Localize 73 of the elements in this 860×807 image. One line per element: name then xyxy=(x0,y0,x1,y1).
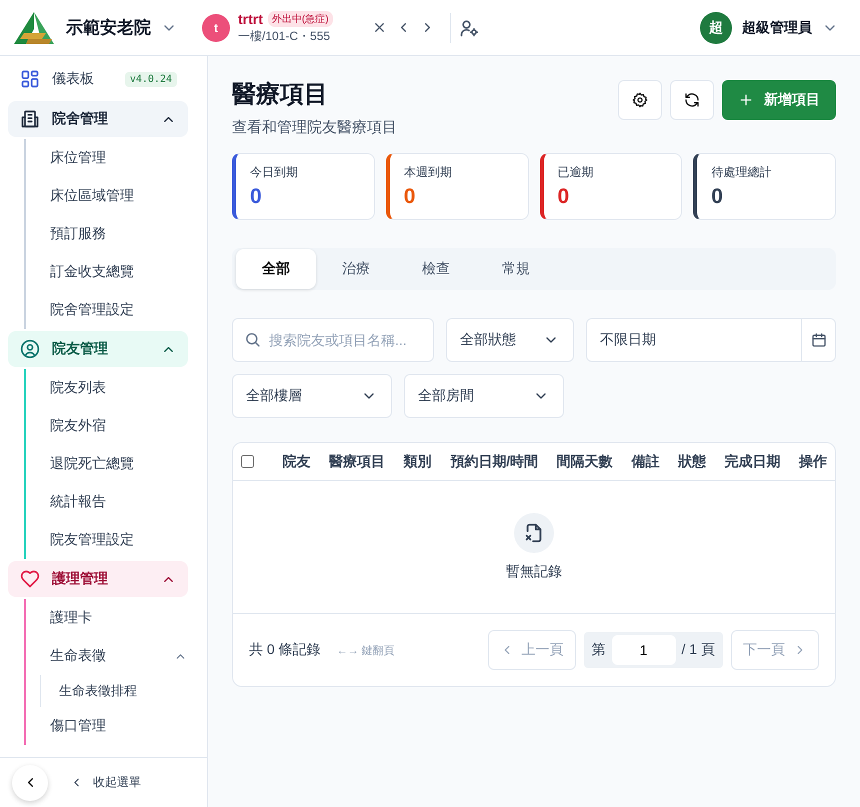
grid-icon xyxy=(20,69,40,89)
floor-dropdown[interactable]: 全部樓層 xyxy=(232,374,392,418)
stat-value: 0 xyxy=(711,185,724,209)
menu-item[interactable]: 生命表徵排程 xyxy=(59,675,187,707)
refresh-icon xyxy=(684,92,700,108)
tab[interactable]: 常規 xyxy=(476,249,556,289)
column-header: 備註 xyxy=(631,452,660,470)
column-header: 狀態 xyxy=(678,452,706,470)
keyboard-hint: ←→ 鍵翻頁 xyxy=(336,644,395,658)
avatar: t xyxy=(202,14,230,42)
menu-item[interactable]: 院友管理設定 xyxy=(50,521,187,559)
stat-value: 0 xyxy=(558,185,570,209)
stat-label: 本週到期 xyxy=(404,164,453,181)
patient-name[interactable]: trtrt xyxy=(238,10,263,26)
column-header: 院友 xyxy=(282,452,311,470)
user-name[interactable]: 超級管理員 xyxy=(742,18,812,36)
patient-location: 一樓/101-C・555 xyxy=(238,28,332,44)
logo xyxy=(12,10,56,44)
menu-item[interactable]: 院舍管理設定 xyxy=(50,291,187,329)
stat-value: 0 xyxy=(250,185,263,209)
settings-button[interactable] xyxy=(618,80,662,120)
heart-icon xyxy=(20,569,40,589)
menu-item[interactable]: 傷口管理 xyxy=(50,707,187,745)
empty-message: 暫無記錄 xyxy=(506,563,562,581)
menu-item[interactable]: 床位管理 xyxy=(50,139,187,177)
column-header: 預約日期/時間 xyxy=(450,452,538,470)
refresh-button[interactable] xyxy=(670,80,714,120)
stat-label: 今日到期 xyxy=(250,164,299,181)
stat-value: 0 xyxy=(404,185,416,209)
menu-group[interactable]: 護理管理 xyxy=(8,561,188,597)
select-all-checkbox[interactable] xyxy=(241,455,254,468)
tab[interactable]: 全部 xyxy=(236,249,316,289)
menu-item[interactable]: 訂金收支總覽 xyxy=(50,253,187,291)
add-item-button[interactable]: 新增項目 xyxy=(722,80,836,120)
stat-label: 待處理總計 xyxy=(711,164,772,181)
user-gear-icon xyxy=(459,18,479,38)
status-dropdown[interactable]: 全部狀態 xyxy=(446,318,574,362)
menu-item[interactable]: 床位區域管理 xyxy=(50,177,187,215)
column-header: 類別 xyxy=(404,452,432,470)
tab[interactable]: 檢查 xyxy=(396,249,476,289)
avatar: 超 xyxy=(700,12,732,44)
page-count: / 1 頁 xyxy=(682,641,715,659)
tab[interactable]: 治療 xyxy=(316,249,396,289)
menu-item[interactable]: 退院死亡總覽 xyxy=(50,445,187,483)
column-header: 間隔天數 xyxy=(556,452,613,470)
collapse-menu-button[interactable]: 收起選單 xyxy=(70,774,141,791)
settings-icon xyxy=(632,92,648,108)
stat-label: 已逾期 xyxy=(558,164,594,181)
page-input[interactable]: 1 xyxy=(612,635,676,665)
dashboard-link[interactable]: 儀表板 xyxy=(20,69,94,89)
page-title: 醫療項目 xyxy=(232,80,329,110)
column-header: 醫療項目 xyxy=(329,452,386,470)
person-icon xyxy=(20,339,40,359)
building-icon xyxy=(20,109,40,129)
search-field[interactable]: 搜索院友或項目名稱... xyxy=(232,318,434,362)
menu-item[interactable]: 護理卡 xyxy=(50,599,187,637)
menu-item[interactable]: 生命表徵 xyxy=(50,637,187,675)
organization-name: 示範安老院 xyxy=(66,17,151,39)
menu-item[interactable]: 預訂服務 xyxy=(50,215,187,253)
plus-icon xyxy=(738,92,754,108)
status-badge: 外出中(急症) xyxy=(268,10,333,26)
column-header: 操作 xyxy=(798,452,827,470)
column-header: 完成日期 xyxy=(724,452,780,470)
menu-item[interactable]: 院友外宿 xyxy=(50,407,187,445)
version-badge: v4.0.24 xyxy=(124,72,177,86)
menu-group[interactable]: 院友管理 xyxy=(8,331,188,367)
page-subtitle: 查看和管理院友醫療項目 xyxy=(232,118,397,137)
menu-group[interactable]: 院舍管理 xyxy=(8,101,188,137)
page-label: 第 xyxy=(592,641,606,659)
room-dropdown[interactable]: 全部房間 xyxy=(404,374,564,418)
record-count: 共 0 條記錄 xyxy=(249,641,321,659)
menu-item[interactable]: 統計報告 xyxy=(50,483,187,521)
menu-item[interactable]: 院友列表 xyxy=(50,369,187,407)
